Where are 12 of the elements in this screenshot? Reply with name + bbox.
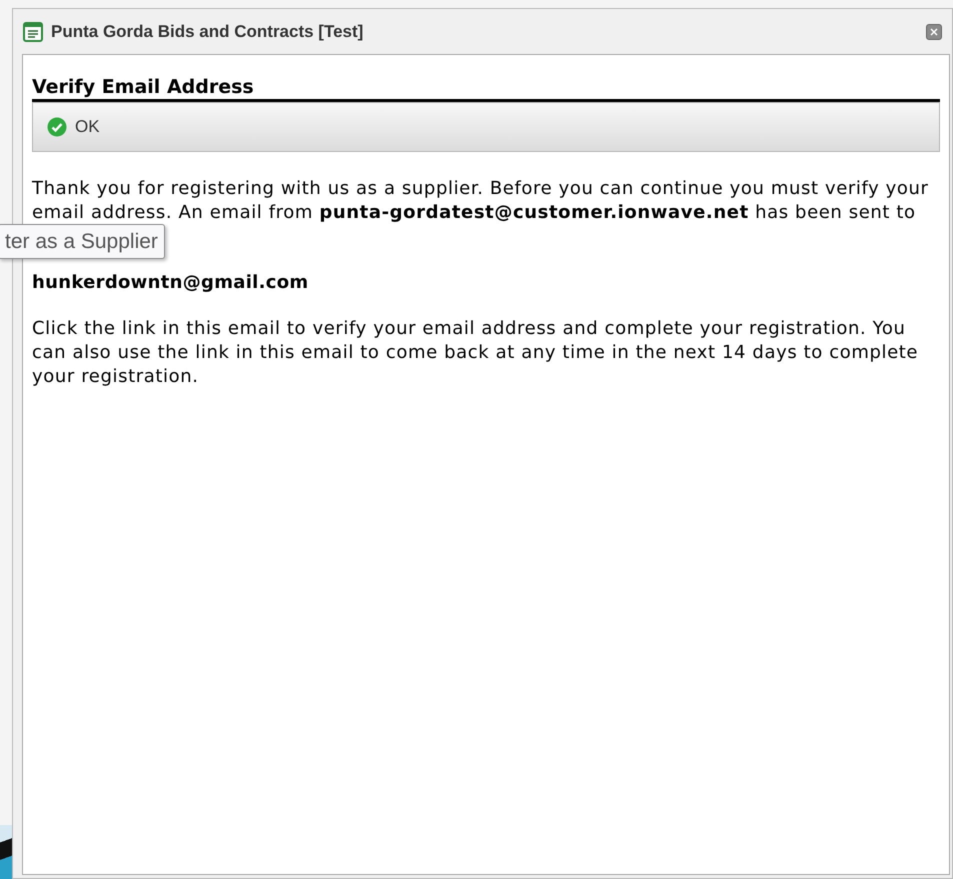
slide-decoration-drawing — [0, 825, 12, 879]
close-button[interactable] — [926, 24, 942, 40]
tooltip: ter as a Supplier — [0, 224, 165, 259]
check-circle-icon — [47, 117, 67, 137]
message-paragraph: Click the link in this email to verify your email address and complete your registration. You can also use the link in this email to come back at any time in the next 14 days to complete your registration. — [32, 317, 920, 389]
document-icon — [23, 22, 43, 42]
close-icon — [930, 28, 938, 36]
ok-button[interactable]: OK — [45, 110, 102, 144]
section-heading: Verify Email Address — [32, 75, 255, 99]
email-address: hunkerdowntn@gmail.com — [32, 271, 310, 295]
window-title: Punta Gorda Bids and Contracts [Test] — [51, 20, 364, 43]
message-paragraph: Thank you for registering with us as a supplier. Before you can continue you must verify your email address. An email from punta-gordatest@customer.ionwave.net has been sent to — [32, 177, 930, 225]
